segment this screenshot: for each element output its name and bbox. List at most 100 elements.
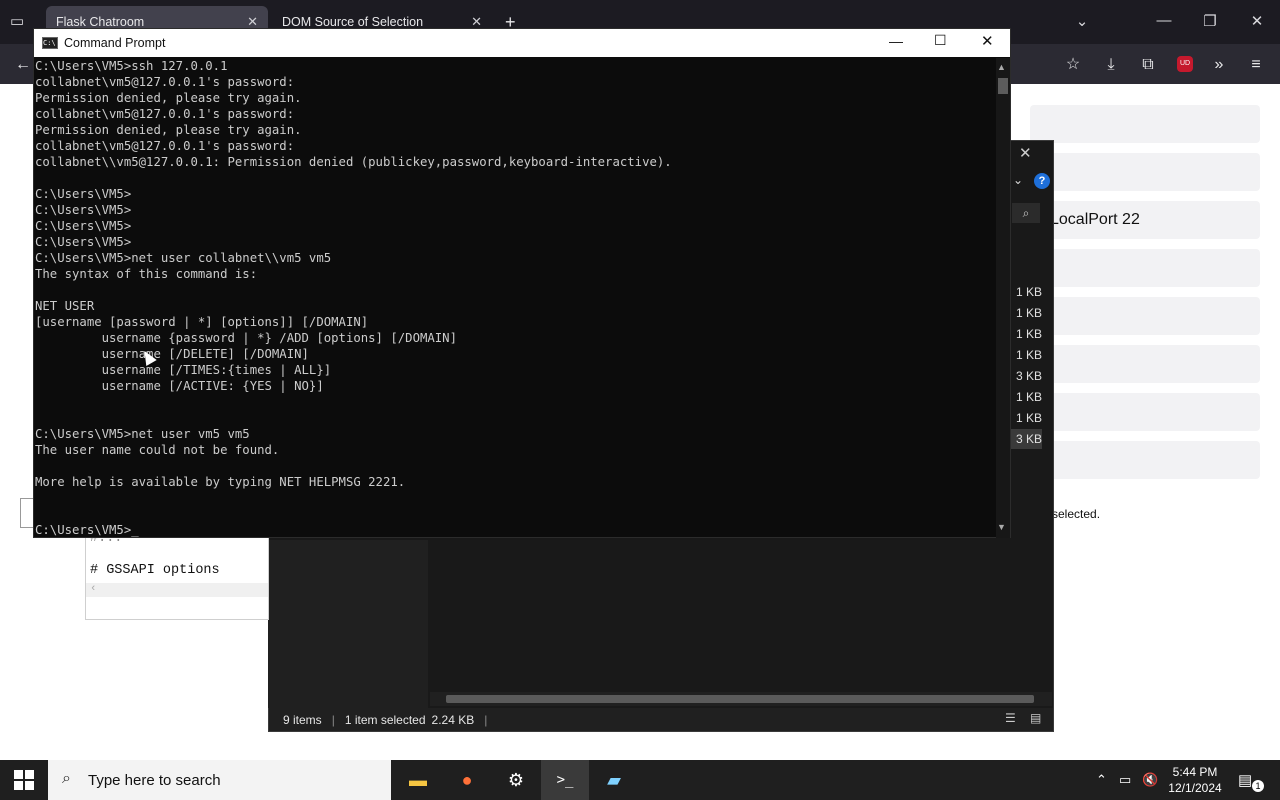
selected-size: 2.24 KB xyxy=(431,712,475,727)
console-line: collabnet\vm5@127.0.0.1's password: xyxy=(35,75,295,89)
vertical-scrollbar[interactable]: ▲ ▼ xyxy=(996,58,1010,538)
file-size-cell: 1 KB xyxy=(1015,285,1042,299)
list-item xyxy=(1030,105,1260,143)
file-size-cell: 1 KB xyxy=(1015,327,1042,341)
file-size-cell: 1 KB xyxy=(1015,348,1042,362)
console-line: C:\Users\VM5>ssh 127.0.0.1 xyxy=(35,59,228,73)
chevron-up-icon[interactable]: ⌃ xyxy=(1096,772,1107,788)
console-line: C:\Users\VM5> xyxy=(35,235,132,249)
console-line: C:\Users\VM5> xyxy=(35,203,132,217)
tab-overview-icon[interactable]: ▭ xyxy=(10,12,30,32)
close-window-icon[interactable]: ✕ xyxy=(1245,12,1269,30)
cmd-titlebar[interactable]: C:\ Command Prompt — ☐ ✕ xyxy=(34,29,1010,57)
tiles-view-icon[interactable]: ▤ xyxy=(1030,711,1041,725)
item-count: 9 items xyxy=(283,712,322,727)
horizontal-scrollbar[interactable]: ‹ xyxy=(86,583,268,597)
console-line: C:\Users\VM5> xyxy=(35,187,132,201)
ublock-icon[interactable]: UD xyxy=(1177,56,1193,72)
minimize-icon[interactable]: — xyxy=(1152,12,1176,29)
help-icon[interactable]: ? xyxy=(1034,173,1050,189)
date-text: 12/1/2024 xyxy=(1168,781,1222,795)
close-icon[interactable]: ✕ xyxy=(981,32,994,50)
file-size-cell: 3 KB xyxy=(1015,369,1042,383)
console-line: Permission denied, please try again. xyxy=(35,91,302,105)
network-icon[interactable]: ▭ xyxy=(1119,772,1131,788)
taskbar-search-box[interactable]: ⌕ Type here to search xyxy=(48,760,391,800)
notepad-icon[interactable]: ▰ xyxy=(590,760,638,800)
explorer-nav-pane xyxy=(268,540,428,708)
chevron-down-icon[interactable]: ⌄ xyxy=(1070,12,1094,30)
text-line: # GSSAPI options xyxy=(90,563,220,578)
console-line: More help is available by typing NET HEL… xyxy=(35,475,406,489)
command-prompt-icon[interactable]: >_ xyxy=(541,760,589,800)
file-size-cell: 1 KB xyxy=(1015,390,1042,404)
console-line: [username [password | *] [options]] [/DO… xyxy=(35,315,369,329)
time-text: 5:44 PM xyxy=(1172,765,1218,779)
explorer-file-pane xyxy=(428,540,1053,690)
chevron-down-icon[interactable]: ⌄ xyxy=(1013,173,1023,187)
input-edge[interactable] xyxy=(20,498,34,528)
command-prompt-window: C:\ Command Prompt — ☐ ✕ C:\Users\VM5>ss… xyxy=(33,28,1011,538)
extensions-icon[interactable]: ⧉ xyxy=(1137,54,1159,76)
selected-count: 1 item selected xyxy=(344,712,426,727)
settings-gear-icon[interactable]: ⚙ xyxy=(492,760,540,800)
download-icon[interactable]: ⤓ xyxy=(1100,54,1122,76)
details-view-icon[interactable]: ☰ xyxy=(1005,711,1016,725)
localport-text: LocalPort 22 xyxy=(1050,211,1140,228)
maximize-icon[interactable]: ☐ xyxy=(934,32,947,49)
console-line: username [/DELETE] [/DOMAIN] xyxy=(35,347,309,361)
list-item xyxy=(1030,441,1260,479)
console-output[interactable]: C:\Users\VM5>ssh 127.0.0.1 collabnet\vm5@… xyxy=(35,58,995,538)
windows-start-icon[interactable] xyxy=(14,770,34,790)
horizontal-scrollbar[interactable] xyxy=(430,692,1052,706)
notepad-window: #... # GSSAPI options ‹ xyxy=(85,530,269,620)
console-line: NET USER xyxy=(35,299,95,313)
notification-badge: 1 xyxy=(1252,780,1264,792)
console-line: collabnet\vm5@127.0.0.1's password: xyxy=(35,139,295,153)
firefox-icon[interactable]: ● xyxy=(443,760,491,800)
search-placeholder: Type here to search xyxy=(88,771,221,789)
console-line: collabnet\vm5@127.0.0.1's password: xyxy=(35,107,295,121)
overflow-chevrons-icon[interactable]: » xyxy=(1208,54,1230,76)
menu-icon[interactable]: ≡ xyxy=(1245,54,1267,76)
scrollbar-thumb[interactable] xyxy=(446,695,1034,703)
list-item-localport: LocalPort 22 xyxy=(1030,201,1260,239)
scroll-down-icon[interactable]: ▼ xyxy=(997,522,1006,532)
list-item xyxy=(1030,153,1260,191)
scroll-up-icon[interactable]: ▲ xyxy=(997,62,1006,72)
list-item xyxy=(1030,297,1260,335)
tab-title: Flask Chatroom xyxy=(56,15,145,29)
search-icon[interactable]: ⌕ xyxy=(1012,203,1040,223)
console-line: C:\Users\VM5> xyxy=(35,219,132,233)
scrollbar-thumb[interactable] xyxy=(998,78,1008,94)
volume-muted-icon[interactable]: 🔇 xyxy=(1142,772,1158,788)
window-title: Command Prompt xyxy=(64,36,166,50)
list-item xyxy=(1030,345,1260,383)
notification-icon[interactable]: ▤ xyxy=(1238,771,1252,789)
console-line: username {password | *} /ADD [options] [… xyxy=(35,331,457,345)
search-icon: ⌕ xyxy=(62,770,71,787)
console-line: The user name could not be found. xyxy=(35,443,280,457)
clock[interactable]: 5:44 PM 12/1/2024 xyxy=(1166,764,1224,796)
close-icon[interactable]: ✕ xyxy=(1019,144,1032,162)
bookmark-star-icon[interactable]: ☆ xyxy=(1062,54,1084,76)
back-button[interactable]: ← xyxy=(12,54,34,76)
file-explorer-icon[interactable]: ▬ xyxy=(394,760,442,800)
console-line: collabnet\\vm5@127.0.0.1: Permission den… xyxy=(35,155,672,169)
console-line: C:\Users\VM5>_ xyxy=(35,523,139,537)
file-size-cell: 1 KB xyxy=(1015,411,1042,425)
restore-icon[interactable]: ❐ xyxy=(1198,12,1222,30)
file-size-cell-selected[interactable]: 3 KB xyxy=(1010,429,1042,449)
console-line: The syntax of this command is: xyxy=(35,267,258,281)
console-line: Permission denied, please try again. xyxy=(35,123,302,137)
console-line: username [/ACTIVE: {YES | NO}] xyxy=(35,379,324,393)
selected-text: selected. xyxy=(1052,507,1101,521)
minimize-icon[interactable]: — xyxy=(889,33,903,49)
list-item xyxy=(1030,249,1260,287)
explorer-status-bar: 9 items | 1 item selected 2.24 KB | xyxy=(269,708,1053,731)
